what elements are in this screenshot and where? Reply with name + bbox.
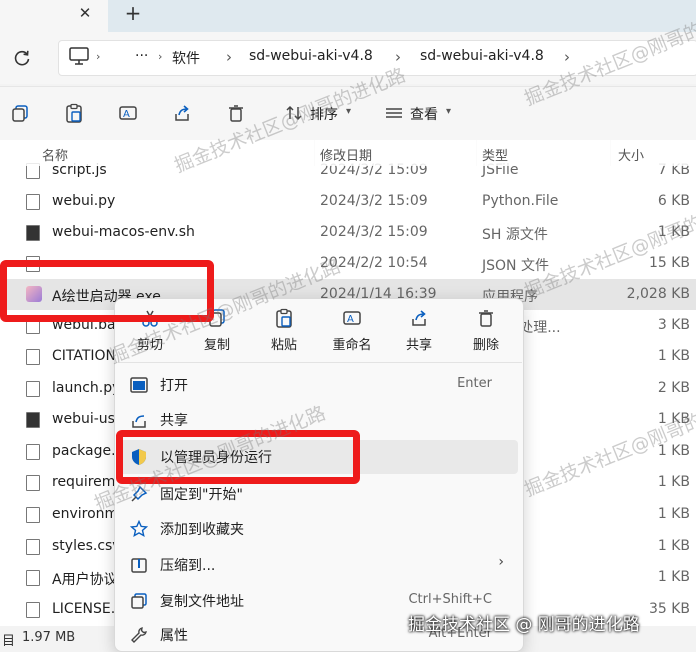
- file-type: Python.File: [482, 193, 559, 209]
- chevron-right-icon: ›: [226, 48, 232, 66]
- file-date: 2024/3/2 15:09: [320, 193, 428, 209]
- file-size: 1 KB: [657, 474, 690, 490]
- menu-item-label: 压缩到...: [160, 558, 216, 574]
- rename-button[interactable]: A 重命名: [322, 308, 382, 353]
- menu-item-label: 共享: [160, 413, 188, 429]
- menu-item-shortcut: Ctrl+Shift+C: [408, 592, 492, 607]
- file-name: styles.csv: [52, 538, 121, 554]
- python-file-icon: [26, 194, 40, 210]
- chevron-down-icon: ▾: [446, 106, 452, 117]
- file-icon: [26, 507, 40, 523]
- chevron-right-icon: ›: [564, 48, 570, 66]
- column-header-size-label: 大小: [618, 149, 645, 164]
- menu-item-compress[interactable]: 压缩到... ›: [118, 548, 518, 582]
- menu-item-open[interactable]: 打开 Enter: [118, 368, 518, 402]
- copy-label: 复制: [203, 338, 230, 353]
- view-icon[interactable]: [384, 103, 404, 123]
- column-header-name-label: 名称: [42, 149, 69, 164]
- rename-icon[interactable]: A: [118, 103, 138, 123]
- file-name: webui-use: [52, 411, 124, 427]
- file-name: package.: [52, 443, 116, 459]
- text-file-icon: [26, 602, 40, 618]
- file-name: LICENSE.t: [52, 601, 121, 617]
- menu-divider: [116, 362, 522, 363]
- paste-label: 粘贴: [270, 338, 297, 353]
- new-tab-icon[interactable]: +: [122, 1, 144, 25]
- computer-icon: [68, 46, 90, 66]
- column-header-date-label: 修改日期: [320, 149, 373, 164]
- shell-file-icon: [26, 412, 40, 428]
- share-icon[interactable]: [172, 103, 192, 123]
- file-size: 15 KB: [648, 255, 690, 271]
- watermark-bottom: 掘金技术社区 @ 刚哥的进化路: [408, 615, 640, 635]
- breadcrumb-item-software[interactable]: 软件: [172, 48, 200, 68]
- breadcrumb-sep-icon: ›: [96, 50, 101, 63]
- csv-file-icon: [26, 539, 40, 555]
- copy-path-icon[interactable]: [10, 103, 30, 123]
- paste-icon[interactable]: [64, 103, 84, 123]
- file-name: webui-macos-env.sh: [52, 224, 195, 240]
- star-icon: [130, 520, 148, 538]
- menu-item-label: 添加到收藏夹: [160, 522, 244, 538]
- file-size: 1 KB: [657, 538, 690, 554]
- paste-icon: [276, 308, 292, 328]
- rename-label: 重命名: [332, 338, 372, 353]
- copy-path-icon: [131, 593, 147, 609]
- share-icon: [412, 310, 426, 326]
- file-type: SH 源文件: [482, 227, 548, 243]
- file-icon: [26, 349, 40, 365]
- file-size: 3 KB: [657, 317, 690, 333]
- file-size: 1 KB: [657, 348, 690, 364]
- open-window-icon: [130, 377, 148, 393]
- share-label: 共享: [405, 338, 432, 353]
- file-date: 2024/3/2 15:09: [320, 224, 428, 240]
- status-divider-icon: 目: [2, 634, 16, 649]
- breadcrumb-item-folder1[interactable]: sd-webui-aki-v4.8: [249, 48, 373, 64]
- refresh-icon[interactable]: [12, 48, 32, 68]
- text-file-icon: [26, 570, 40, 586]
- file-size: 6 KB: [657, 193, 690, 209]
- file-size: 2,028 KB: [626, 286, 690, 302]
- menu-item-label: 复制文件地址: [160, 594, 244, 610]
- file-row[interactable]: webui.py 2024/3/2 15:09 Python.File 6 KB: [0, 186, 696, 217]
- menu-item-label: 属性: [160, 628, 188, 644]
- submenu-arrow-icon: ›: [498, 554, 504, 570]
- breadcrumb-item-folder2[interactable]: sd-webui-aki-v4.8: [420, 48, 544, 64]
- breadcrumb-sep-icon: ›: [158, 50, 163, 63]
- view-button[interactable]: 查看: [410, 104, 438, 124]
- zip-icon: [131, 558, 147, 573]
- delete-icon: [479, 310, 493, 327]
- status-selection-size: 1.97 MB: [22, 630, 76, 645]
- menu-item-label: 固定到"开始": [160, 487, 243, 503]
- rename-icon: A: [343, 311, 361, 325]
- file-size: 1 KB: [657, 506, 690, 522]
- file-name: webui.py: [52, 193, 116, 209]
- svg-text:A: A: [123, 109, 130, 120]
- file-name: A用户协议: [52, 572, 118, 588]
- file-name: launch.py: [52, 380, 121, 396]
- share-button[interactable]: 共享: [389, 308, 449, 353]
- share-icon: [132, 415, 146, 428]
- wrench-icon: [131, 627, 147, 643]
- tab-close-icon[interactable]: ✕: [74, 2, 96, 24]
- file-size: 2 KB: [657, 380, 690, 396]
- file-size: 1 KB: [657, 569, 690, 585]
- delete-label: 删除: [472, 338, 499, 353]
- column-header-type-label: 类型: [482, 149, 509, 164]
- file-icon: [26, 444, 40, 460]
- breadcrumb-more[interactable]: ···: [135, 48, 148, 64]
- file-icon: [26, 475, 40, 491]
- file-name: CITATION: [52, 348, 117, 364]
- paste-button[interactable]: 粘贴: [254, 308, 314, 353]
- delete-button[interactable]: 删除: [456, 308, 516, 353]
- shell-file-icon: [26, 225, 40, 241]
- menu-item-shortcut: Enter: [457, 376, 492, 391]
- file-size: 35 KB: [648, 601, 690, 617]
- python-file-icon: [26, 381, 40, 397]
- menu-item-label: 打开: [160, 378, 188, 394]
- svg-text:A: A: [347, 314, 354, 325]
- menu-item-add-favorites[interactable]: 添加到收藏夹: [118, 512, 518, 546]
- file-row[interactable]: webui-macos-env.sh 2024/3/2 15:09 SH 源文件…: [0, 217, 696, 248]
- delete-icon[interactable]: [226, 103, 246, 123]
